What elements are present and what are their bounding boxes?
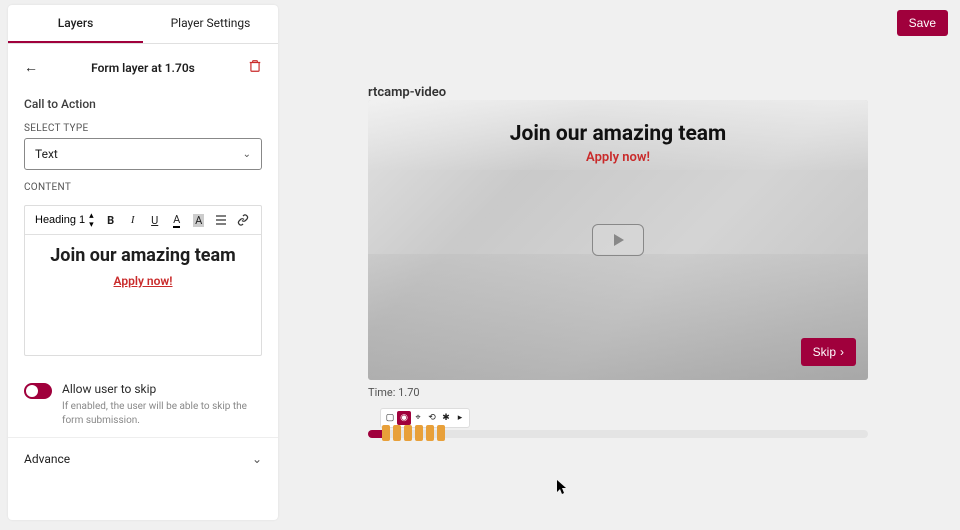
hotspot-layer-icon[interactable]: ✱ <box>439 411 453 425</box>
play-button[interactable] <box>592 224 644 256</box>
advance-section[interactable]: Advance ⌄ <box>8 437 278 480</box>
timeline-marker[interactable] <box>382 425 390 441</box>
layer-title: Form layer at 1.70s <box>38 61 248 75</box>
select-type-dropdown[interactable]: Text ⌄ <box>24 138 262 170</box>
align-button[interactable] <box>212 210 230 230</box>
time-label: Time: 1.70 <box>368 386 420 399</box>
overlay-headline: Join our amazing team <box>368 122 868 146</box>
text-color-button[interactable]: A <box>168 210 186 230</box>
allow-skip-row: Allow user to skip If enabled, the user … <box>8 372 278 437</box>
select-type-value: Text <box>35 147 58 161</box>
italic-button[interactable]: I <box>124 210 142 230</box>
sidebar-panel: Layers Player Settings ← Form layer at 1… <box>8 5 278 520</box>
timeline-marker[interactable] <box>393 425 401 441</box>
sidebar-scroll[interactable]: Call to Action SELECT TYPE Text ⌄ CONTEN… <box>8 91 278 520</box>
skip-label: Skip <box>813 345 836 359</box>
editor-toolbar: Heading 1▴▾ B I U A A <box>25 206 261 235</box>
tab-layers[interactable]: Layers <box>8 5 143 43</box>
editor-cta-link: Apply now! <box>114 274 173 288</box>
timeline-marker[interactable] <box>426 425 434 441</box>
allow-skip-description: If enabled, the user will be able to ski… <box>62 400 262 427</box>
video-overlay: Join our amazing team Apply now! <box>368 122 868 165</box>
content-editor: Heading 1▴▾ B I U A A Join our amazing t… <box>24 205 262 356</box>
timeline-marker[interactable] <box>404 425 412 441</box>
timeline-track[interactable] <box>368 430 868 438</box>
layer-header: ← Form layer at 1.70s <box>8 44 278 91</box>
embed-layer-icon[interactable]: ▸ <box>453 411 467 425</box>
video-preview: Join our amazing team Apply now! Skip › <box>368 100 868 380</box>
editor-headline: Join our amazing team <box>33 245 253 266</box>
save-button[interactable]: Save <box>897 10 948 36</box>
select-type-label: SELECT TYPE <box>8 111 278 138</box>
back-arrow-icon[interactable]: ← <box>24 59 38 76</box>
allow-skip-label: Allow user to skip <box>62 382 262 396</box>
text-layer-icon[interactable]: ⌖ <box>411 411 425 425</box>
link-button[interactable] <box>234 210 252 230</box>
sidebar-tabs: Layers Player Settings <box>8 5 278 44</box>
video-title: rtcamp-video <box>368 85 446 100</box>
timeline-marker[interactable] <box>437 425 445 441</box>
editor-content-area[interactable]: Join our amazing team Apply now! <box>25 235 261 355</box>
bold-button[interactable]: B <box>102 210 120 230</box>
advance-label: Advance <box>24 452 70 466</box>
timeline-markers <box>382 425 445 441</box>
cta-section-title: Call to Action <box>8 91 278 111</box>
underline-button[interactable]: U <box>146 210 164 230</box>
highlight-button[interactable]: A <box>190 210 208 230</box>
image-layer-icon[interactable]: ▢ <box>383 411 397 425</box>
form-layer-icon[interactable]: ◉ <box>397 411 411 425</box>
content-label: CONTENT <box>8 170 278 197</box>
timeline-marker[interactable] <box>415 425 423 441</box>
chevron-right-icon: › <box>840 345 844 359</box>
delete-layer-button[interactable] <box>248 58 262 77</box>
skip-button[interactable]: Skip › <box>801 338 856 366</box>
arrow-layer-icon[interactable]: ⟲ <box>425 411 439 425</box>
tab-player-settings[interactable]: Player Settings <box>143 5 278 43</box>
mouse-cursor-icon <box>557 480 569 500</box>
chevron-down-icon: ⌄ <box>243 149 251 160</box>
heading-selector[interactable]: Heading 1▴▾ <box>31 210 98 230</box>
chevron-down-icon: ⌄ <box>252 452 262 466</box>
allow-skip-toggle[interactable] <box>24 383 52 399</box>
overlay-cta-link[interactable]: Apply now! <box>586 150 650 165</box>
